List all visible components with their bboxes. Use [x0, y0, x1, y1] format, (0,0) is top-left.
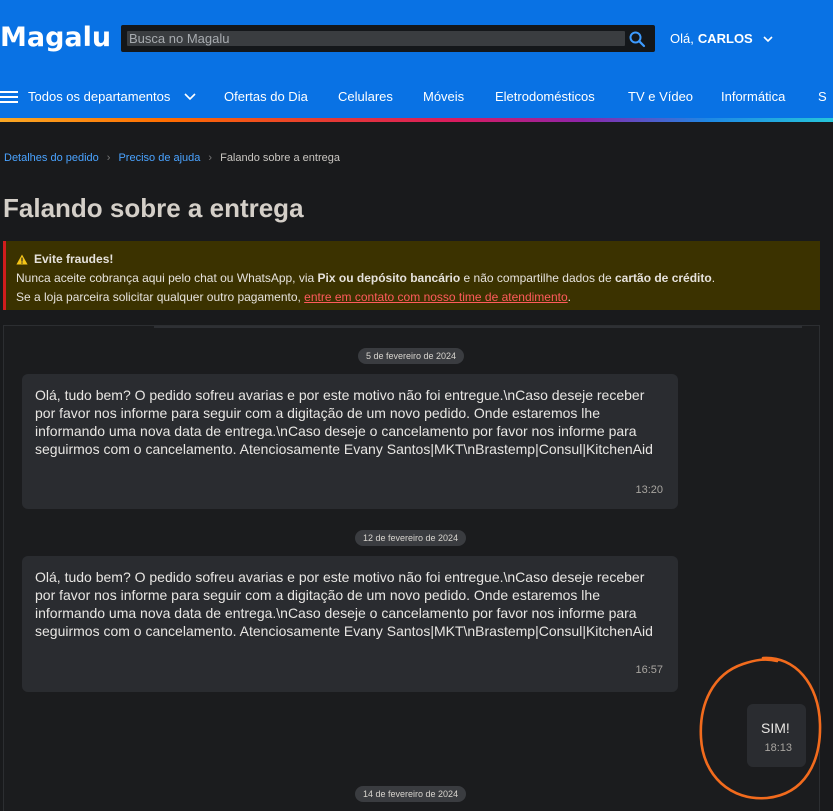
nav-item-eletrodomesticos[interactable]: Eletrodomésticos: [495, 89, 595, 104]
nav-item-informatica[interactable]: Informática: [721, 89, 785, 104]
warning-line-2: Se a loja parceira solicitar qualquer ou…: [16, 288, 820, 307]
contact-support-link[interactable]: entre em contato com nosso time de atend…: [304, 290, 567, 304]
message-time: 16:57: [635, 664, 663, 676]
fraud-warning-banner: Evite fraudes! Nunca aceite cobrança aqu…: [3, 241, 820, 310]
breadcrumb-order-details[interactable]: Detalhes do pedido: [4, 152, 99, 164]
chevron-right-icon: ›: [208, 152, 213, 164]
warning-icon: [16, 254, 28, 265]
chevron-right-icon: ›: [106, 152, 111, 164]
message-bubble-sent: SIM! 18:13: [747, 704, 806, 767]
search-bar: [121, 25, 655, 52]
page-title: Falando sobre a entrega: [3, 193, 304, 223]
search-icon[interactable]: [628, 30, 646, 48]
menu-icon[interactable]: [0, 91, 18, 103]
warning-text: .: [711, 271, 716, 285]
user-name: CARLOS: [697, 31, 753, 46]
account-menu[interactable]: Olá, CARLOS: [670, 31, 775, 46]
date-separator: 5 de fevereiro de 2024: [358, 348, 465, 364]
warning-text: e não compartilhe dados de: [460, 271, 615, 285]
header-color-strip: [0, 118, 833, 122]
nav-item-moveis[interactable]: Móveis: [423, 89, 464, 104]
chevron-down-icon: [763, 35, 773, 42]
breadcrumb-current: Falando sobre a entrega: [220, 152, 340, 164]
warning-bold-card: cartão de crédito: [615, 271, 712, 285]
message-text: SIM!: [761, 720, 790, 736]
warning-title: Evite fraudes!: [16, 250, 820, 269]
category-nav: Todos os departamentos Ofertas do Dia Ce…: [0, 86, 833, 108]
nav-item-celulares[interactable]: Celulares: [338, 89, 393, 104]
message-bubble-received: Olá, tudo bem? O pedido sofreu avarias e…: [22, 374, 678, 509]
breadcrumb: Detalhes do pedido › Preciso de ajuda › …: [4, 152, 340, 164]
search-field-wrapper: [127, 31, 625, 46]
chat-scroll-shadow: [154, 326, 802, 328]
greeting-prefix: Olá,: [670, 31, 694, 46]
breadcrumb-need-help[interactable]: Preciso de ajuda: [118, 152, 200, 164]
chevron-down-icon[interactable]: [183, 92, 197, 102]
date-separator: 12 de fevereiro de 2024: [355, 530, 467, 546]
warning-bold-pix: Pix ou depósito bancário: [317, 271, 461, 285]
nav-item-more[interactable]: S: [818, 89, 827, 104]
nav-all-departments[interactable]: Todos os departamentos: [28, 89, 170, 104]
warning-text: Se a loja parceira solicitar qualquer ou…: [16, 290, 305, 304]
date-separator: 14 de fevereiro de 2024: [355, 786, 467, 802]
warning-title-text: Evite fraudes!: [34, 252, 114, 266]
warning-text: .: [567, 290, 571, 304]
message-bubble-received: Olá, tudo bem? O pedido sofreu avarias e…: [22, 556, 678, 692]
message-text: Olá, tudo bem? O pedido sofreu avarias e…: [35, 569, 653, 639]
warning-text: Nunca aceite cobrança aqui pelo chat ou …: [16, 271, 318, 285]
nav-item-ofertas[interactable]: Ofertas do Dia: [224, 89, 308, 104]
site-header: Magalu Olá, CARLOS Todos os departamento…: [0, 0, 833, 118]
chat-panel[interactable]: 5 de fevereiro de 2024 Olá, tudo bem? O …: [3, 325, 820, 811]
message-time: 13:20: [635, 484, 663, 496]
magalu-logo[interactable]: Magalu: [0, 22, 111, 53]
message-text: Olá, tudo bem? O pedido sofreu avarias e…: [35, 387, 653, 457]
warning-line-1: Nunca aceite cobrança aqui pelo chat ou …: [16, 269, 820, 288]
nav-item-tv-video[interactable]: TV e Vídeo: [628, 89, 693, 104]
message-time: 18:13: [764, 742, 792, 754]
search-input[interactable]: [127, 31, 625, 46]
